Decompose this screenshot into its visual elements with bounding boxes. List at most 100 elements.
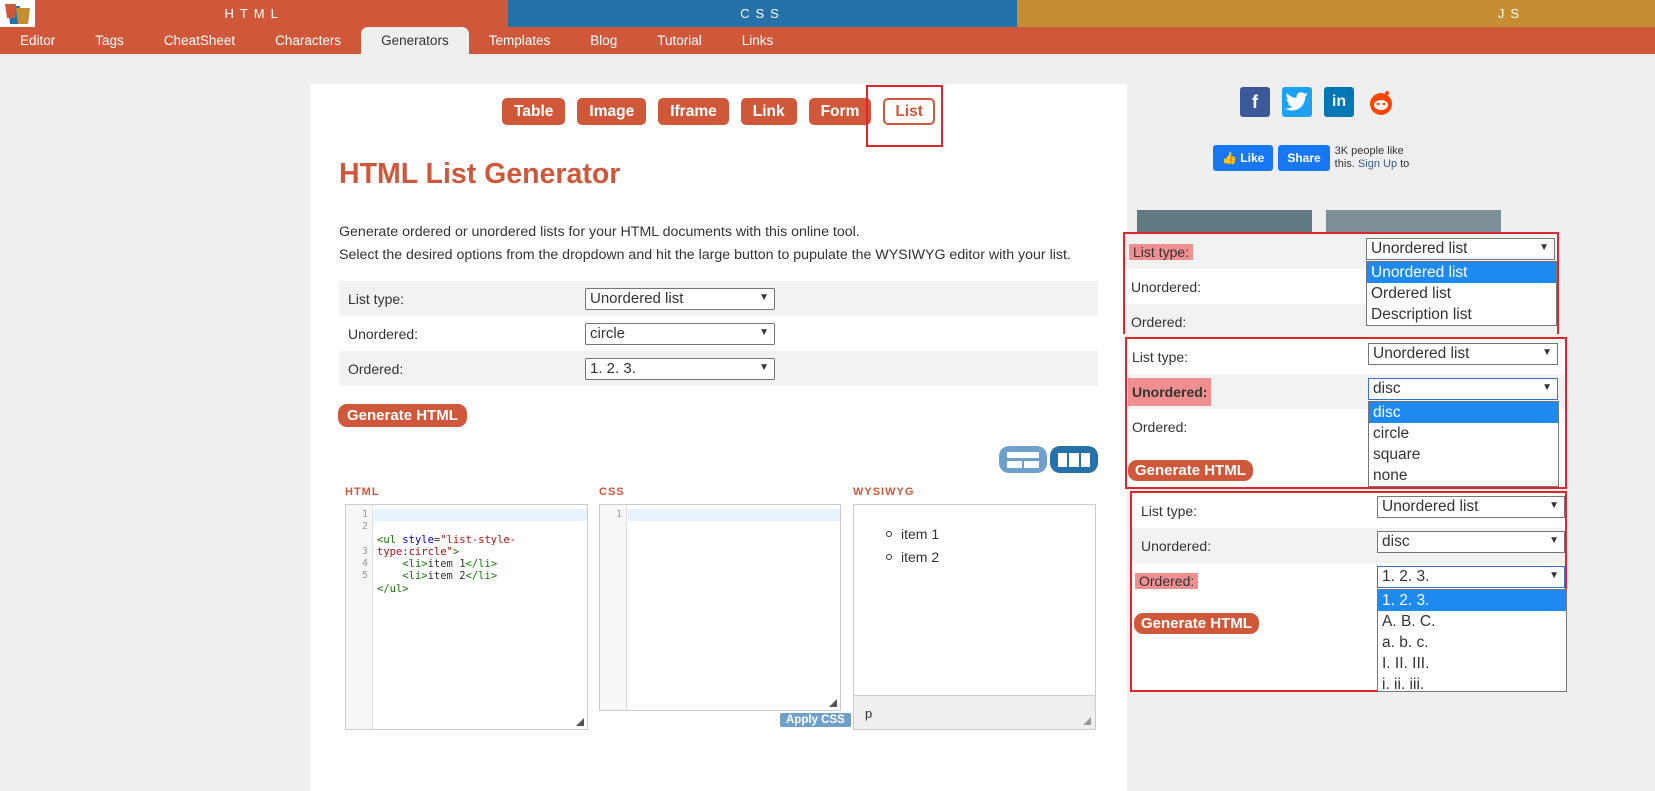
- nav-tutorial[interactable]: Tutorial: [637, 27, 722, 54]
- html-section-link[interactable]: HTML: [0, 0, 509, 27]
- ordered-select[interactable]: 1. 2. 3. ▼: [585, 357, 775, 380]
- wysiwyg-editor[interactable]: item 1 item 2 p: [853, 504, 1096, 730]
- nav-characters[interactable]: Characters: [255, 27, 361, 54]
- demo2-list-type-select[interactable]: Unordered list ▼: [1368, 343, 1558, 365]
- reddit-icon[interactable]: [1366, 87, 1396, 117]
- description: Generate ordered or unordered lists for …: [339, 221, 1071, 267]
- list-type-label: List type:: [348, 290, 405, 307]
- line-number: 2: [361, 521, 368, 533]
- tab-table[interactable]: Table: [502, 98, 566, 125]
- html-code-editor[interactable]: 1 2 3 4 5 <ul style="list-style- type:ci…: [345, 504, 588, 730]
- fb-signup-link[interactable]: Sign Up: [1358, 158, 1397, 170]
- nav-generators[interactable]: Generators: [361, 27, 469, 54]
- chevron-down-icon: ▼: [759, 291, 769, 303]
- list-item-text: item 1: [901, 526, 940, 542]
- js-section-link[interactable]: JS: [1016, 0, 1655, 27]
- demo2-unordered-options: disc circle square none: [1368, 401, 1559, 487]
- demo3-list-type-value: Unordered list: [1382, 498, 1479, 515]
- line-number: 1: [615, 509, 622, 520]
- option-unordered-list[interactable]: Unordered list: [1367, 262, 1556, 283]
- demo2-generate-html-button[interactable]: Generate HTML: [1128, 460, 1253, 481]
- site-logo[interactable]: [0, 0, 35, 27]
- tab-link[interactable]: Link: [740, 98, 797, 125]
- tab-iframe[interactable]: Iframe: [658, 98, 729, 125]
- list-type-select[interactable]: Unordered list ▼: [585, 287, 775, 310]
- demo3-list-type-select[interactable]: Unordered list ▼: [1377, 496, 1565, 518]
- description-line-1: Generate ordered or unordered lists for …: [339, 224, 860, 240]
- tab-image[interactable]: Image: [577, 98, 647, 125]
- option-upper-roman[interactable]: I. II. III.: [1378, 653, 1566, 674]
- circle-bullet-icon: [886, 531, 892, 538]
- generate-html-button[interactable]: Generate HTML: [338, 404, 467, 427]
- nav-templates[interactable]: Templates: [469, 27, 571, 54]
- demo3-ordered-options: 1. 2. 3. A. B. C. a. b. c. I. II. III. i…: [1377, 589, 1567, 692]
- fb-to-text: to: [1400, 158, 1410, 170]
- nav-links[interactable]: Links: [722, 27, 794, 54]
- element-path: p: [865, 706, 873, 721]
- demo-ordered-dropdown: List type: Unordered: Ordered: Unordered…: [1130, 491, 1567, 692]
- ordered-row: Ordered: 1. 2. 3. ▼: [339, 351, 1098, 386]
- list-item: item 1: [886, 523, 940, 546]
- option-numeric[interactable]: 1. 2. 3.: [1378, 590, 1566, 611]
- option-ordered-list[interactable]: Ordered list: [1367, 283, 1556, 304]
- resize-handle-icon[interactable]: [576, 718, 584, 726]
- facebook-icon[interactable]: f: [1240, 87, 1270, 117]
- chevron-down-icon: ▼: [759, 361, 769, 373]
- option-square[interactable]: square: [1369, 444, 1558, 465]
- option-circle[interactable]: circle: [1369, 423, 1558, 444]
- tab-form[interactable]: Form: [808, 98, 872, 125]
- linkedin-icon[interactable]: in: [1324, 87, 1354, 117]
- apply-css-button[interactable]: Apply CSS: [780, 713, 851, 727]
- layout-stacked-icon: [1007, 451, 1039, 468]
- nav-blog[interactable]: Blog: [570, 27, 637, 54]
- css-code-editor[interactable]: 1: [599, 504, 841, 711]
- html-panel-label: HTML: [345, 486, 380, 498]
- demo2-unordered-value: disc: [1373, 380, 1401, 397]
- nav-cheatsheet[interactable]: CheatSheet: [144, 27, 255, 54]
- list-type-row: List type: Unordered list ▼: [339, 281, 1098, 316]
- layout-columns-button[interactable]: [1050, 446, 1098, 473]
- option-upper-alpha[interactable]: A. B. C.: [1378, 611, 1566, 632]
- demo3-ordered-select[interactable]: 1. 2. 3. ▼: [1377, 566, 1565, 588]
- chevron-down-icon: ▼: [759, 326, 769, 338]
- resize-handle-icon[interactable]: [829, 699, 837, 707]
- twitter-icon[interactable]: [1282, 87, 1312, 117]
- demo2-unordered-select[interactable]: disc ▼: [1368, 378, 1558, 400]
- line-number: 3: [361, 545, 368, 557]
- nav-tags[interactable]: Tags: [75, 27, 144, 54]
- layout-stacked-button[interactable]: [999, 446, 1047, 473]
- demo-list-type-select[interactable]: Unordered list ▼: [1366, 238, 1555, 260]
- fb-like-label: Like: [1240, 151, 1265, 165]
- demo3-ordered-label: Ordered:: [1135, 572, 1199, 589]
- css-panel-label: CSS: [599, 486, 625, 498]
- demo2-ordered-label: Ordered:: [1132, 418, 1188, 435]
- html-gutter: 1 2 3 4 5: [346, 505, 373, 729]
- circle-bullet-icon: [886, 554, 892, 561]
- demo-list-type-label: List type:: [1129, 243, 1194, 260]
- nav-editor[interactable]: Editor: [0, 27, 75, 54]
- option-lower-alpha[interactable]: a. b. c.: [1378, 632, 1566, 653]
- layout-columns-icon: [1058, 452, 1090, 467]
- option-description-list[interactable]: Description list: [1367, 304, 1556, 325]
- chevron-down-icon: ▼: [1542, 347, 1552, 358]
- option-none[interactable]: none: [1369, 465, 1558, 486]
- css-section-link[interactable]: CSS: [508, 0, 1017, 27]
- ordered-label: Ordered:: [348, 360, 404, 377]
- demo3-generate-html-button[interactable]: Generate HTML: [1134, 613, 1259, 634]
- description-line-2: Select the desired options from the drop…: [339, 247, 1071, 263]
- option-lower-roman[interactable]: i. ii. iii.: [1378, 674, 1566, 691]
- demo3-unordered-select[interactable]: disc ▼: [1377, 531, 1565, 553]
- resize-handle-icon[interactable]: [1083, 717, 1091, 725]
- option-disc[interactable]: disc: [1369, 402, 1558, 423]
- chevron-down-icon: ▼: [1549, 570, 1559, 581]
- facebook-like-widget: 👍 Like Share 3K people like this. Sign U…: [1213, 145, 1425, 171]
- demo-unordered-dropdown: List type: Unordered: Ordered: Unordered…: [1125, 337, 1567, 489]
- fb-share-button[interactable]: Share: [1278, 145, 1330, 171]
- thumbs-up-icon: 👍: [1222, 151, 1237, 165]
- layout-switcher: [999, 446, 1098, 473]
- unordered-select[interactable]: circle ▼: [585, 322, 775, 345]
- list-tab-highlight: [866, 85, 943, 147]
- generator-tabs: Table Image Iframe Link Form List: [310, 98, 1127, 125]
- line-number: 1: [361, 509, 368, 520]
- fb-like-button[interactable]: 👍 Like: [1213, 145, 1274, 171]
